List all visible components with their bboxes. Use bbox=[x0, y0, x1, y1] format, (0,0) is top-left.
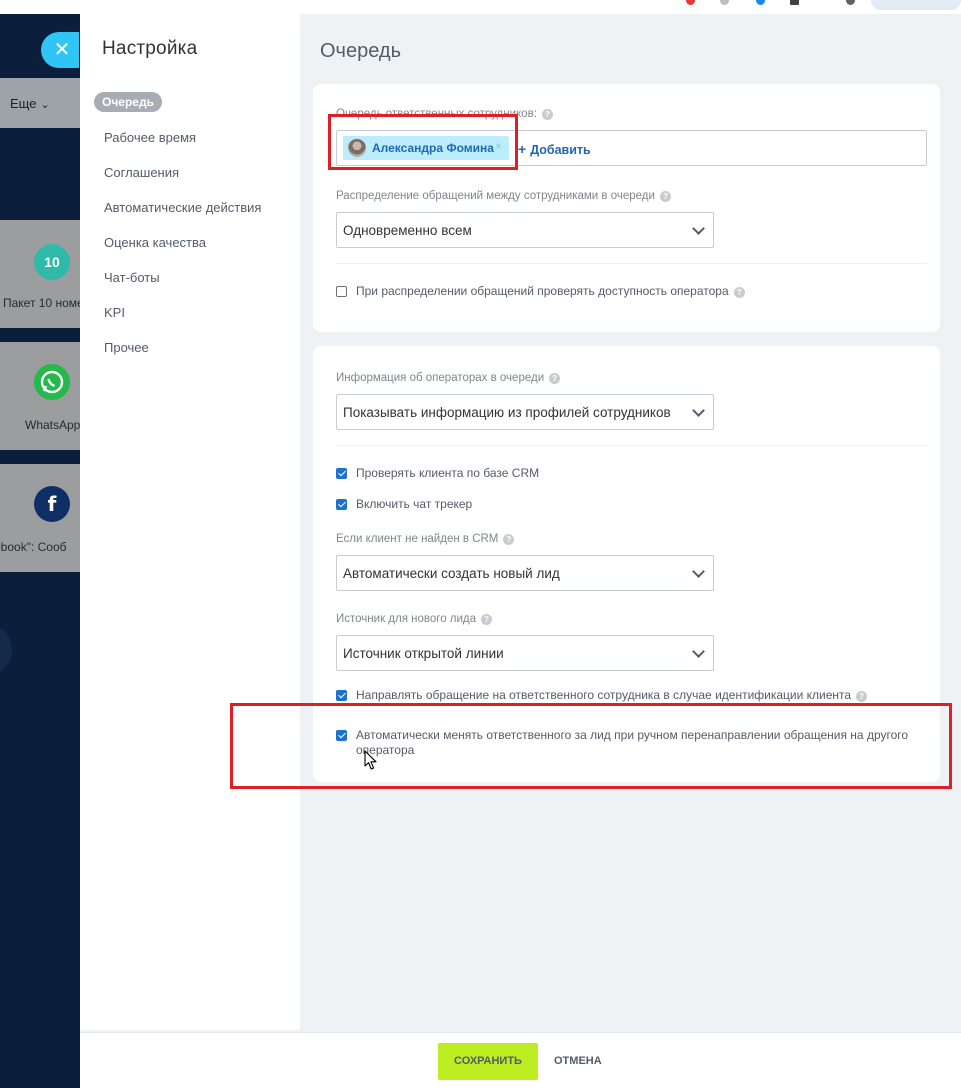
chevron-down-icon bbox=[692, 222, 705, 235]
add-user-button[interactable]: + Добавить bbox=[518, 141, 591, 157]
help-icon[interactable]: ? bbox=[549, 373, 561, 384]
lead-source-label-text: Источник для нового лида bbox=[336, 613, 477, 625]
connector-tile[interactable]: 10 Пакет 10 номе bbox=[0, 220, 80, 328]
tile-label: Пакет 10 номе bbox=[3, 296, 80, 310]
operator-info-select[interactable]: Показывать информацию из профилей сотруд… bbox=[336, 394, 714, 430]
extension-icon[interactable] bbox=[756, 0, 765, 5]
queue-settings-card: Очередь ответственных сотрудников:? Алек… bbox=[313, 84, 940, 332]
facebook-glyph: f bbox=[47, 492, 57, 516]
close-icon: ✕ bbox=[53, 39, 71, 61]
user-name: Александра Фомина bbox=[372, 141, 494, 155]
auto-change-checkbox[interactable] bbox=[336, 730, 347, 741]
whatsapp-icon bbox=[34, 364, 70, 400]
queue-label-text: Очередь ответственных сотрудников: bbox=[336, 108, 537, 120]
close-slider-button[interactable]: ✕ bbox=[41, 32, 79, 68]
chat-tracker-label: Включить чат трекер bbox=[356, 497, 473, 511]
chevron-down-icon bbox=[692, 645, 705, 658]
connector-tile[interactable]: f ebook": Сооб bbox=[0, 464, 80, 572]
chat-tracker-checkbox[interactable] bbox=[336, 499, 347, 510]
not-found-value: Автоматически создать новый лид bbox=[343, 566, 560, 581]
route-responsible-text: Направлять обращение на ответственного с… bbox=[356, 688, 852, 702]
distribution-value: Одновременно всем bbox=[343, 223, 472, 238]
more-label: Еще bbox=[10, 96, 37, 111]
tile-label: ebook": Сооб bbox=[0, 540, 67, 554]
cancel-button[interactable]: ОТМЕНА bbox=[554, 1043, 602, 1080]
extension-icon[interactable] bbox=[790, 0, 799, 5]
tile-badge: 10 bbox=[44, 254, 60, 270]
chevron-down-icon bbox=[692, 404, 705, 417]
distribution-label-text: Распределение обращений между сотрудника… bbox=[336, 190, 655, 202]
lead-source-label: Источник для нового лида? bbox=[336, 613, 493, 625]
lead-source-select[interactable]: Источник открытой линии bbox=[336, 635, 714, 671]
extension-icon[interactable] bbox=[686, 0, 695, 5]
not-found-label: Если клиент не найден в CRM? bbox=[336, 533, 515, 545]
avatar bbox=[348, 139, 366, 157]
divider bbox=[336, 263, 927, 264]
chevron-down-icon: ⌄ bbox=[40, 99, 50, 111]
browser-profile-button[interactable] bbox=[871, 0, 961, 10]
crm-settings-card: Информация об операторах в очереди? Пока… bbox=[313, 346, 940, 782]
plus-icon: + bbox=[518, 141, 527, 157]
operator-info-label-text: Информация об операторах в очереди bbox=[336, 372, 545, 384]
route-responsible-checkbox[interactable] bbox=[336, 690, 347, 701]
queue-users-field[interactable]: Александра Фомина × + Добавить bbox=[336, 130, 927, 166]
check-crm-checkbox[interactable] bbox=[336, 468, 347, 479]
help-icon[interactable]: ? bbox=[541, 109, 553, 120]
distribution-select[interactable]: Одновременно всем bbox=[336, 212, 714, 248]
lead-source-value: Источник открытой линии bbox=[343, 646, 504, 661]
settings-panel: Настройка Очередь Рабочее время Соглашен… bbox=[80, 14, 961, 1088]
help-icon[interactable]: ? bbox=[856, 691, 868, 702]
user-tag[interactable]: Александра Фомина × bbox=[343, 136, 509, 160]
package-10-icon: 10 bbox=[34, 244, 70, 280]
decoration bbox=[0, 624, 12, 676]
add-label: Добавить bbox=[530, 143, 591, 157]
queue-label: Очередь ответственных сотрудников:? bbox=[336, 108, 553, 120]
browser-toolbar bbox=[0, 0, 961, 14]
profile-icon[interactable] bbox=[846, 0, 855, 5]
sidebar-item-quality[interactable]: Оценка качества bbox=[104, 235, 206, 250]
remove-user-icon[interactable]: × bbox=[495, 139, 502, 153]
not-found-label-text: Если клиент не найден в CRM bbox=[336, 533, 499, 545]
help-icon[interactable]: ? bbox=[481, 614, 493, 625]
extension-icon[interactable] bbox=[720, 0, 729, 5]
sidebar-item-auto-actions[interactable]: Автоматические действия bbox=[104, 200, 261, 215]
check-availability-checkbox[interactable] bbox=[336, 286, 347, 297]
tile-label: WhatsApp bbox=[25, 418, 80, 432]
operator-info-value: Показывать информацию из профилей сотруд… bbox=[343, 405, 671, 420]
distribution-label: Распределение обращений между сотрудника… bbox=[336, 190, 671, 202]
sidebar-title: Настройка bbox=[102, 38, 198, 59]
check-availability-label: При распределении обращений проверять до… bbox=[356, 284, 745, 299]
more-menu[interactable]: Еще ⌄ bbox=[0, 78, 80, 128]
footer-bar: СОХРАНИТЬ ОТМЕНА bbox=[80, 1032, 961, 1088]
help-icon[interactable]: ? bbox=[659, 191, 671, 202]
not-found-select[interactable]: Автоматически создать новый лид bbox=[336, 555, 714, 591]
sidebar-item-work-time[interactable]: Рабочее время bbox=[104, 130, 196, 145]
connector-tile[interactable]: WhatsApp bbox=[0, 342, 80, 450]
sidebar-item-kpi[interactable]: KPI bbox=[104, 305, 125, 320]
facebook-icon: f bbox=[34, 486, 70, 522]
sidebar-item-chatbots[interactable]: Чат-боты bbox=[104, 270, 160, 285]
mouse-cursor-icon bbox=[364, 750, 377, 770]
sidebar-item-queue[interactable]: Очередь bbox=[94, 92, 162, 112]
operator-info-label: Информация об операторах в очереди? bbox=[336, 372, 561, 384]
sidebar-item-other[interactable]: Прочее bbox=[104, 340, 149, 355]
save-button[interactable]: СОХРАНИТЬ bbox=[438, 1043, 538, 1080]
help-icon[interactable]: ? bbox=[733, 287, 745, 298]
page-title: Очередь bbox=[320, 40, 401, 62]
route-responsible-label: Направлять обращение на ответственного с… bbox=[356, 688, 868, 703]
auto-change-label: Автоматически менять ответственного за л… bbox=[356, 728, 909, 757]
chevron-down-icon bbox=[692, 565, 705, 578]
sidebar-item-agreements[interactable]: Соглашения bbox=[104, 165, 179, 180]
settings-sidebar: Настройка Очередь Рабочее время Соглашен… bbox=[80, 14, 300, 1030]
help-icon[interactable]: ? bbox=[503, 534, 515, 545]
check-availability-text: При распределении обращений проверять до… bbox=[356, 284, 729, 298]
divider bbox=[336, 445, 927, 446]
check-crm-label: Проверять клиента по базе CRM bbox=[356, 466, 540, 480]
